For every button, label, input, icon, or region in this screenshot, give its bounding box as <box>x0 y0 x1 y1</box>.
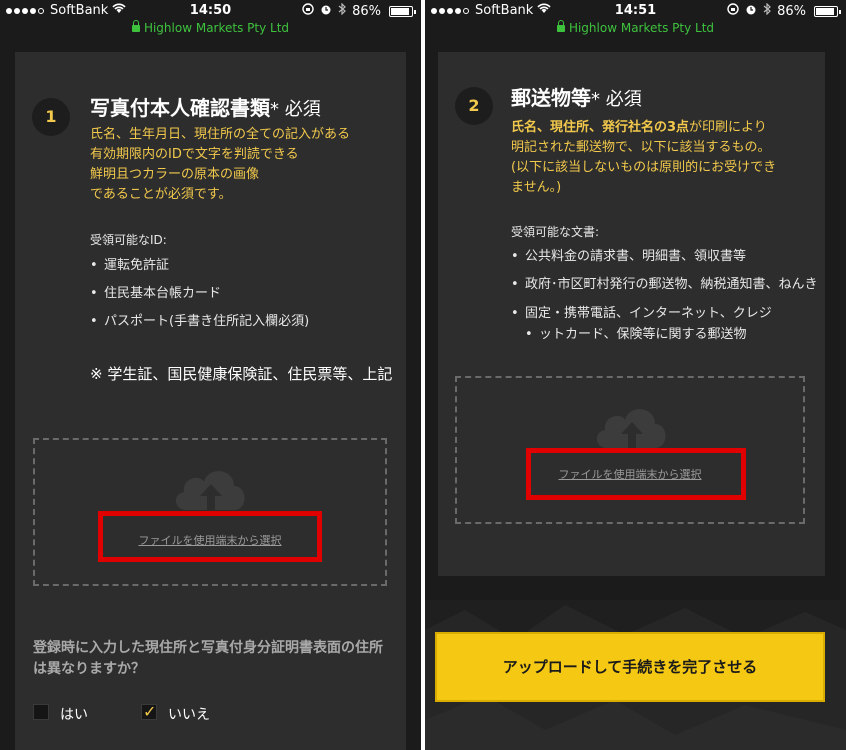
accepted-doc-label: 受領可能な文書: <box>511 225 600 239</box>
lock-icon <box>556 20 565 32</box>
requirement-rest: が印刷により <box>689 120 767 135</box>
bluetooth-icon <box>763 2 771 19</box>
phone-screen-left: SoftBank 14:50 86% Highlow Markets Pty L… <box>0 0 421 750</box>
alarm-icon <box>745 3 757 19</box>
lock-icon <box>131 20 140 32</box>
rotation-lock-icon <box>302 3 314 19</box>
battery-icon <box>389 5 416 17</box>
url-bar[interactable]: Highlow Markets Pty Ltd <box>425 20 846 41</box>
address-question: 登録時に入力した現住所と写真付身分証明書表面の住所は異なりますか？ <box>33 640 383 677</box>
upload-card-id: 1 写真付本人確認書類* 必須 氏名、生年月日、現住所の全ての記入がある 有効期… <box>15 52 406 750</box>
step-number-badge: 1 <box>32 98 70 136</box>
requirement-line: であることが必須です。 <box>90 187 232 202</box>
step-title-text: 郵送物等 <box>511 86 591 110</box>
check-icon: ✓ <box>143 702 157 721</box>
bluetooth-icon <box>338 2 346 19</box>
upload-card-mail: 2 郵送物等* 必須 氏名、現住所、発行社名の3点が印刷により 明記された郵送物… <box>438 52 825 576</box>
accepted-item: パスポート(手書き住所記入欄必須) <box>90 311 309 333</box>
rotation-lock-icon <box>727 3 739 19</box>
requirement-line: 鮮明且つカラーの原本の画像 <box>90 167 260 182</box>
excluded-ids-note: ※ 学生証、国民健康保険証、住民票等、上記 <box>90 365 393 383</box>
checkbox-no[interactable]: ✓ <box>141 704 157 720</box>
battery-percent: 86% <box>777 3 806 19</box>
checkbox-yes-label: はい <box>60 707 88 723</box>
battery-icon <box>814 5 841 17</box>
requirement-line: 氏名、現住所、発行社名の3点が印刷により <box>511 118 821 138</box>
alarm-icon <box>320 3 332 19</box>
accepted-id-label: 受領可能なID: <box>90 233 167 247</box>
highlight-box <box>526 448 746 500</box>
battery-percent: 86% <box>352 3 381 19</box>
accepted-item: 運転免許証 <box>90 255 169 277</box>
complete-upload-button[interactable]: アップロードして手続きを完了させる <box>435 632 825 702</box>
requirements-text: 氏名、現住所、発行社名の3点が印刷により 明記された郵送物で、以下に該当するもの… <box>511 118 821 198</box>
highlight-box <box>98 511 322 562</box>
phone-screen-right: SoftBank 14:51 86% Highlow Markets Pty L… <box>425 0 846 750</box>
requirement-line: ません。) <box>511 180 562 195</box>
required-marker: * 必須 <box>270 99 321 120</box>
status-bar: SoftBank 14:51 86% <box>425 0 846 22</box>
accepted-item: 公共料金の請求書、明細書、領収書等 <box>511 246 746 268</box>
step-number-badge: 2 <box>455 87 493 125</box>
upload-cloud-icon <box>175 471 245 510</box>
requirement-line: 有効期限内のIDで文字を判読できる <box>90 147 299 162</box>
accepted-item-continued: ットカード、保険等に関する郵送物 <box>525 324 746 346</box>
step-title: 写真付本人確認書類* 必須 <box>90 92 321 121</box>
status-bar: SoftBank 14:50 86% <box>0 0 421 22</box>
requirement-line: (以下に該当しないものは原則的にお受けでき <box>511 160 777 175</box>
checkbox-no-label: いいえ <box>168 707 210 723</box>
step-title-text: 写真付本人確認書類 <box>90 96 270 120</box>
accepted-item: 住民基本台帳カード <box>90 283 221 305</box>
step-title: 郵送物等* 必須 <box>511 82 642 111</box>
required-marker: * 必須 <box>591 89 642 110</box>
requirement-line: 明記された郵送物で、以下に該当するもの。 <box>511 140 771 155</box>
requirement-emphasis: 氏名、現住所、発行社名の3点 <box>511 120 690 135</box>
url-bar[interactable]: Highlow Markets Pty Ltd <box>0 20 421 41</box>
accepted-item: 固定・携帯電話、インターネット、クレジ <box>511 303 772 325</box>
requirements-text: 氏名、生年月日、現住所の全ての記入がある 有効期限内のIDで文字を判読できる 鮮… <box>90 125 400 205</box>
upload-cloud-icon <box>596 409 666 448</box>
checkbox-yes[interactable] <box>33 704 49 720</box>
site-name: Highlow Markets Pty Ltd <box>143 21 290 35</box>
accepted-item: 政府･市区町村発行の郵送物、納税通知書、ねんき <box>511 274 825 296</box>
requirement-line: 氏名、生年月日、現住所の全ての記入がある <box>90 127 351 142</box>
site-name: Highlow Markets Pty Ltd <box>568 21 715 35</box>
